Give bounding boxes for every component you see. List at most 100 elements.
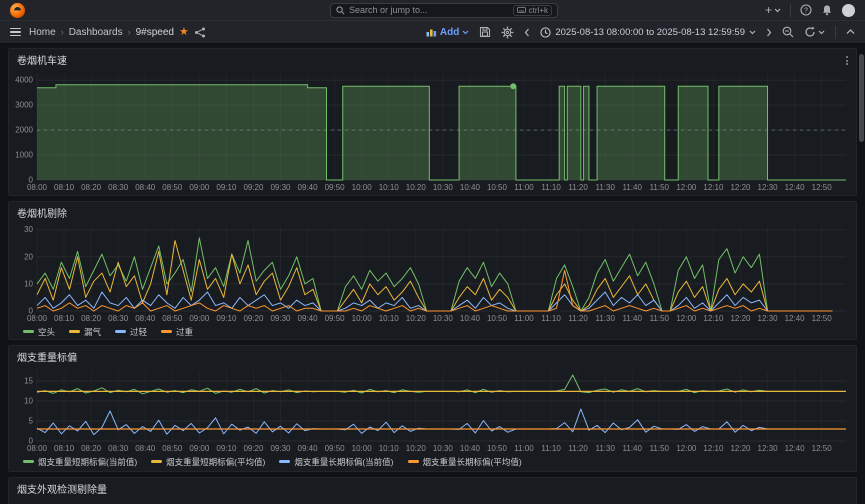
collapse-toolbar-button[interactable]: [846, 29, 855, 35]
svg-text:08:40: 08:40: [135, 314, 156, 323]
help-button[interactable]: ?: [800, 4, 812, 16]
svg-text:09:20: 09:20: [243, 314, 264, 323]
svg-text:10:50: 10:50: [487, 444, 508, 453]
user-avatar[interactable]: [842, 3, 855, 17]
legend-item[interactable]: 烟支重量长期标偏(当前值): [279, 456, 394, 468]
legend-label: 烟支重量短期标偏(平均值): [166, 456, 266, 467]
svg-text:12:20: 12:20: [730, 444, 751, 453]
legend-label: 烟支重量长期标偏(当前值): [294, 456, 394, 467]
legend-label: 过轻: [130, 326, 148, 337]
svg-text:08:50: 08:50: [162, 444, 183, 453]
svg-text:08:20: 08:20: [81, 444, 102, 453]
svg-text:11:00: 11:00: [514, 183, 534, 192]
legend-item[interactable]: 空头: [23, 326, 55, 338]
svg-text:20: 20: [24, 252, 33, 261]
svg-text:09:30: 09:30: [270, 444, 291, 453]
favorite-star-icon[interactable]: ★: [179, 26, 189, 38]
legend-item[interactable]: 烟支重量短期标偏(平均值): [151, 456, 265, 468]
svg-text:12:00: 12:00: [676, 183, 697, 192]
svg-text:10:40: 10:40: [460, 314, 481, 323]
svg-text:09:30: 09:30: [270, 314, 291, 323]
add-panel-button[interactable]: Add: [426, 27, 469, 38]
svg-text:08:10: 08:10: [54, 314, 75, 323]
share-icon[interactable]: [194, 27, 206, 38]
panel-menu-icon[interactable]: [844, 54, 850, 67]
svg-text:12:40: 12:40: [785, 183, 806, 192]
svg-text:09:00: 09:00: [189, 314, 210, 323]
weight-deviation-chart[interactable]: 0 5 10 15 08:00 08:10 08:20 08:30 08:40 08:50 09:0…: [9, 366, 856, 454]
svg-text:09:40: 09:40: [298, 314, 319, 323]
svg-text:12:40: 12:40: [785, 444, 806, 453]
zoom-out-button[interactable]: [782, 26, 794, 38]
help-icon: ?: [800, 4, 812, 16]
svg-text:11:20: 11:20: [568, 183, 588, 192]
breadcrumb-dashboards[interactable]: Dashboards: [69, 27, 123, 38]
svg-text:11:00: 11:00: [514, 314, 534, 323]
legend-label: 空头: [38, 326, 56, 337]
panel-title[interactable]: 卷烟机车速: [9, 49, 856, 69]
time-range-forward-button[interactable]: [766, 28, 772, 37]
svg-text:09:40: 09:40: [298, 183, 319, 192]
search-input[interactable]: Search or jump to... ctrl+k: [330, 2, 558, 18]
legend-item[interactable]: 过重: [161, 326, 193, 338]
breadcrumb-home[interactable]: Home: [29, 27, 56, 38]
chevron-down-icon: [462, 30, 469, 34]
chevron-right-icon: [767, 28, 772, 36]
new-button[interactable]: +: [765, 4, 781, 16]
refresh-icon: [805, 26, 815, 37]
svg-text:08:30: 08:30: [108, 444, 129, 453]
svg-text:2000: 2000: [15, 126, 33, 135]
svg-text:08:00: 08:00: [27, 183, 48, 192]
grafana-logo[interactable]: [10, 2, 25, 18]
legend-swatch-icon: [151, 460, 163, 463]
svg-text:08:40: 08:40: [135, 444, 156, 453]
legend-item[interactable]: 烟支重量长期标偏(平均值): [407, 456, 522, 468]
dashboard-settings-button[interactable]: [501, 26, 514, 39]
panel-title[interactable]: 烟支重量标偏: [9, 346, 856, 366]
svg-text:11:50: 11:50: [650, 183, 670, 192]
svg-text:08:50: 08:50: [162, 183, 183, 192]
svg-text:10:20: 10:20: [406, 314, 427, 323]
svg-text:09:40: 09:40: [298, 444, 319, 453]
time-range-back-button[interactable]: [524, 28, 530, 37]
legend-swatch-icon: [161, 330, 173, 333]
refresh-button[interactable]: [804, 26, 825, 38]
svg-text:12:10: 12:10: [703, 183, 724, 192]
legend-item[interactable]: 过轻: [115, 326, 147, 338]
svg-text:11:10: 11:10: [541, 444, 561, 453]
panel-title[interactable]: 卷烟机剔除: [9, 202, 856, 222]
svg-text:11:30: 11:30: [595, 314, 615, 323]
svg-text:12:20: 12:20: [730, 314, 751, 323]
svg-text:12:20: 12:20: [730, 183, 751, 192]
panel-title[interactable]: 烟支外观检测剔除量: [9, 478, 856, 498]
machine-speed-chart[interactable]: 0 1000 2000 3000 4000 08:00 08:10 08:20 08:30 08:…: [9, 69, 856, 193]
shortcut-badge: ctrl+k: [512, 4, 552, 16]
svg-text:11:10: 11:10: [541, 314, 561, 323]
dashboard-canvas: 卷烟机车速 0 1000 2000 3000 4000 08:00 08:10 08:20 08…: [0, 44, 865, 504]
svg-text:08:40: 08:40: [135, 183, 156, 192]
legend-item[interactable]: 漏气: [69, 326, 101, 338]
legend-swatch-icon: [23, 330, 34, 333]
scrollbar-thumb[interactable]: [859, 54, 864, 142]
panel-machine-speed: 卷烟机车速 0 1000 2000 3000 4000 08:00 08:10 08:20 08…: [8, 48, 857, 196]
chevron-down-icon: [749, 30, 756, 34]
menu-toggle-icon[interactable]: [10, 27, 21, 37]
svg-text:10:20: 10:20: [406, 183, 427, 192]
top-navbar: Search or jump to... ctrl+k + ?: [0, 0, 865, 21]
svg-text:10:50: 10:50: [487, 314, 508, 323]
svg-text:5: 5: [29, 417, 34, 426]
notifications-button[interactable]: [821, 4, 833, 16]
machine-rejects-chart[interactable]: 0 10 20 30 08:00 08:10 08:20 08:30 08:40 08:50 09:…: [9, 222, 856, 324]
chevron-down-icon: [818, 30, 825, 34]
legend-item[interactable]: 烟支重量短期标偏(当前值): [23, 456, 137, 468]
page-scrollbar[interactable]: [858, 44, 865, 504]
time-range-picker[interactable]: 2025-08-13 08:00:00 to 2025-08-13 12:59:…: [540, 27, 756, 38]
gear-icon: [501, 26, 514, 38]
panel-machine-rejects: 卷烟机剔除 0 10 20 30 08:00 08:10 08:20 08:30 08:40 08…: [8, 201, 857, 340]
svg-text:10:00: 10:00: [352, 444, 373, 453]
svg-text:09:20: 09:20: [243, 444, 264, 453]
svg-text:1000: 1000: [15, 151, 33, 160]
save-dashboard-button[interactable]: [479, 26, 491, 38]
svg-text:11:40: 11:40: [623, 444, 643, 453]
svg-text:10:00: 10:00: [352, 314, 373, 323]
